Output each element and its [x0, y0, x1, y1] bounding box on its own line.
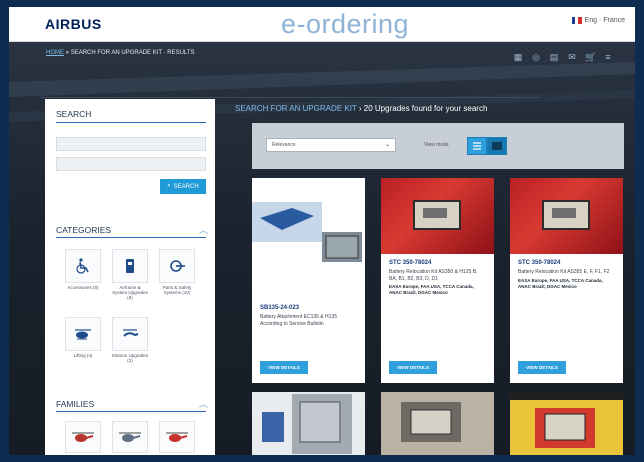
category-lifting[interactable]: Lifting (4): [65, 317, 101, 358]
header-toolbar: ▦ ◎ ▤ ✉ 🛒 ≡: [513, 53, 613, 62]
search-title: SEARCH: [56, 109, 92, 119]
product-code[interactable]: SB135-24-023: [252, 305, 365, 311]
breadcrumb: HOME » SEARCH FOR AN UPGRADE KIT · RESUL…: [46, 50, 195, 56]
view-details-button[interactable]: VIEW DETAILS: [260, 361, 308, 374]
helicopter-icon: [65, 317, 101, 351]
product-image: [381, 178, 494, 254]
menu-icon[interactable]: ≡: [603, 53, 613, 62]
app-title: e-ordering: [281, 9, 410, 39]
sort-select[interactable]: Relevance ⌄: [266, 138, 396, 152]
product-description: Battery Relocation Kit AS355 E, F, F1, F…: [518, 269, 610, 275]
breadcrumb-home-link[interactable]: HOME: [46, 50, 64, 56]
category-accessories[interactable]: Accessories (8): [65, 249, 101, 290]
orders-icon[interactable]: ▦: [513, 53, 523, 62]
wheelchair-icon: [65, 249, 101, 283]
product-certifications: EASA Europe, FAA USA, TCCA Canada, ANAC …: [389, 284, 474, 295]
search-icon: ⌕: [167, 183, 171, 189]
cart-icon[interactable]: 🛒: [585, 53, 596, 62]
filter-sidebar: SEARCH ⌕ SEARCH CATEGORIES ︿ Accessories…: [45, 99, 215, 455]
search-button[interactable]: ⌕ SEARCH: [160, 179, 206, 194]
view-mode-label: View mode: [424, 142, 449, 148]
product-image: [510, 392, 623, 455]
search-button-label: SEARCH: [173, 183, 199, 190]
results-summary: SEARCH FOR AN UPGRADE KIT › 20 Upgrades …: [235, 104, 487, 113]
breadcrumb-current: SEARCH FOR AN UPGRADE KIT · RESULTS: [70, 50, 195, 56]
category-label: Lifting (4): [73, 353, 93, 358]
app-frame: AIRBUS e-ordering Eng · France HOME » SE…: [9, 7, 635, 455]
product-card[interactable]: [252, 392, 365, 455]
messages-icon[interactable]: ✉: [567, 53, 577, 62]
product-certifications: EASA Europe, FAA USA, TCCA Canada, ANAC …: [518, 277, 603, 289]
language-label: Eng · France: [584, 17, 625, 24]
product-code[interactable]: STC 350-78024: [381, 260, 494, 266]
categories-collapse-icon[interactable]: ︿: [199, 223, 208, 236]
results-toolbar: Relevance ⌄ View mode: [252, 123, 624, 169]
search-input-secondary[interactable]: [56, 157, 206, 171]
product-image: [252, 392, 365, 455]
category-label: Mission Upgrades (2): [112, 353, 149, 363]
helicopter-photo-icon: [112, 421, 148, 453]
product-image: [510, 178, 623, 254]
category-label: Parts & Safety Systems (10): [162, 285, 192, 295]
documents-icon[interactable]: ▤: [549, 53, 559, 62]
grid-view-button[interactable]: [487, 137, 507, 155]
category-parts[interactable]: Parts & Safety Systems (10): [159, 249, 195, 295]
product-image: [252, 178, 365, 266]
list-view-button[interactable]: [467, 137, 487, 155]
family-ecureuil[interactable]: [65, 421, 101, 453]
families-collapse-icon[interactable]: ︿: [199, 397, 208, 410]
language-selector[interactable]: Eng · France: [571, 17, 625, 24]
categories-title: CATEGORIES: [56, 225, 112, 235]
families-title: FAMILIES: [56, 399, 95, 409]
product-card[interactable]: STC 350-78024 Battery Relocation Kit AS3…: [510, 178, 623, 383]
product-code[interactable]: STC 350-78024: [510, 260, 623, 266]
results-query-link[interactable]: SEARCH FOR AN UPGRADE KIT: [235, 104, 357, 113]
product-card[interactable]: SB135-24-023 Battery Attachment EC135 & …: [252, 178, 365, 383]
family-super-puma[interactable]: [159, 421, 195, 453]
search-divider: [56, 122, 206, 123]
family-dauphin[interactable]: [112, 421, 148, 453]
breadcrumb-separator: »: [65, 50, 70, 56]
categories-divider: [56, 237, 206, 238]
rotor-hub-icon: [159, 249, 195, 283]
aircraft-part-icon: [112, 249, 148, 283]
helicopter-photo-icon: [159, 421, 195, 453]
product-card[interactable]: [381, 392, 494, 455]
chevron-down-icon: ⌄: [384, 142, 390, 148]
top-header: AIRBUS e-ordering Eng · France: [9, 7, 635, 42]
mission-helicopter-icon: [112, 317, 148, 351]
category-label: Accessories (8): [67, 285, 99, 290]
airbus-logo[interactable]: AIRBUS: [45, 16, 102, 32]
results-count: › 20 Upgrades found for your search: [358, 104, 488, 113]
category-mission[interactable]: Mission Upgrades (2): [112, 317, 148, 363]
category-label: Airframe & System Upgrades (8): [112, 285, 148, 300]
battery-image: [413, 200, 461, 230]
category-airframe[interactable]: Airframe & System Upgrades (8): [112, 249, 148, 300]
helicopter-photo-icon: [65, 421, 101, 453]
product-description: Battery Attachment EC135 & H135 Accordin…: [260, 314, 337, 327]
families-divider: [56, 411, 206, 412]
product-description: Battery Relocation Kit AS350 & H125 B, B…: [389, 269, 478, 282]
battery-image: [542, 200, 590, 230]
product-image: [381, 392, 494, 455]
flag-icon: [571, 17, 582, 24]
support-icon[interactable]: ◎: [531, 53, 541, 62]
view-details-button[interactable]: VIEW DETAILS: [518, 361, 566, 374]
product-card[interactable]: STC 350-78024 Battery Relocation Kit AS3…: [381, 178, 494, 383]
sort-select-value: Relevance: [272, 142, 296, 148]
product-card[interactable]: [510, 392, 623, 455]
search-input[interactable]: [56, 137, 206, 151]
view-details-button[interactable]: VIEW DETAILS: [389, 361, 437, 374]
